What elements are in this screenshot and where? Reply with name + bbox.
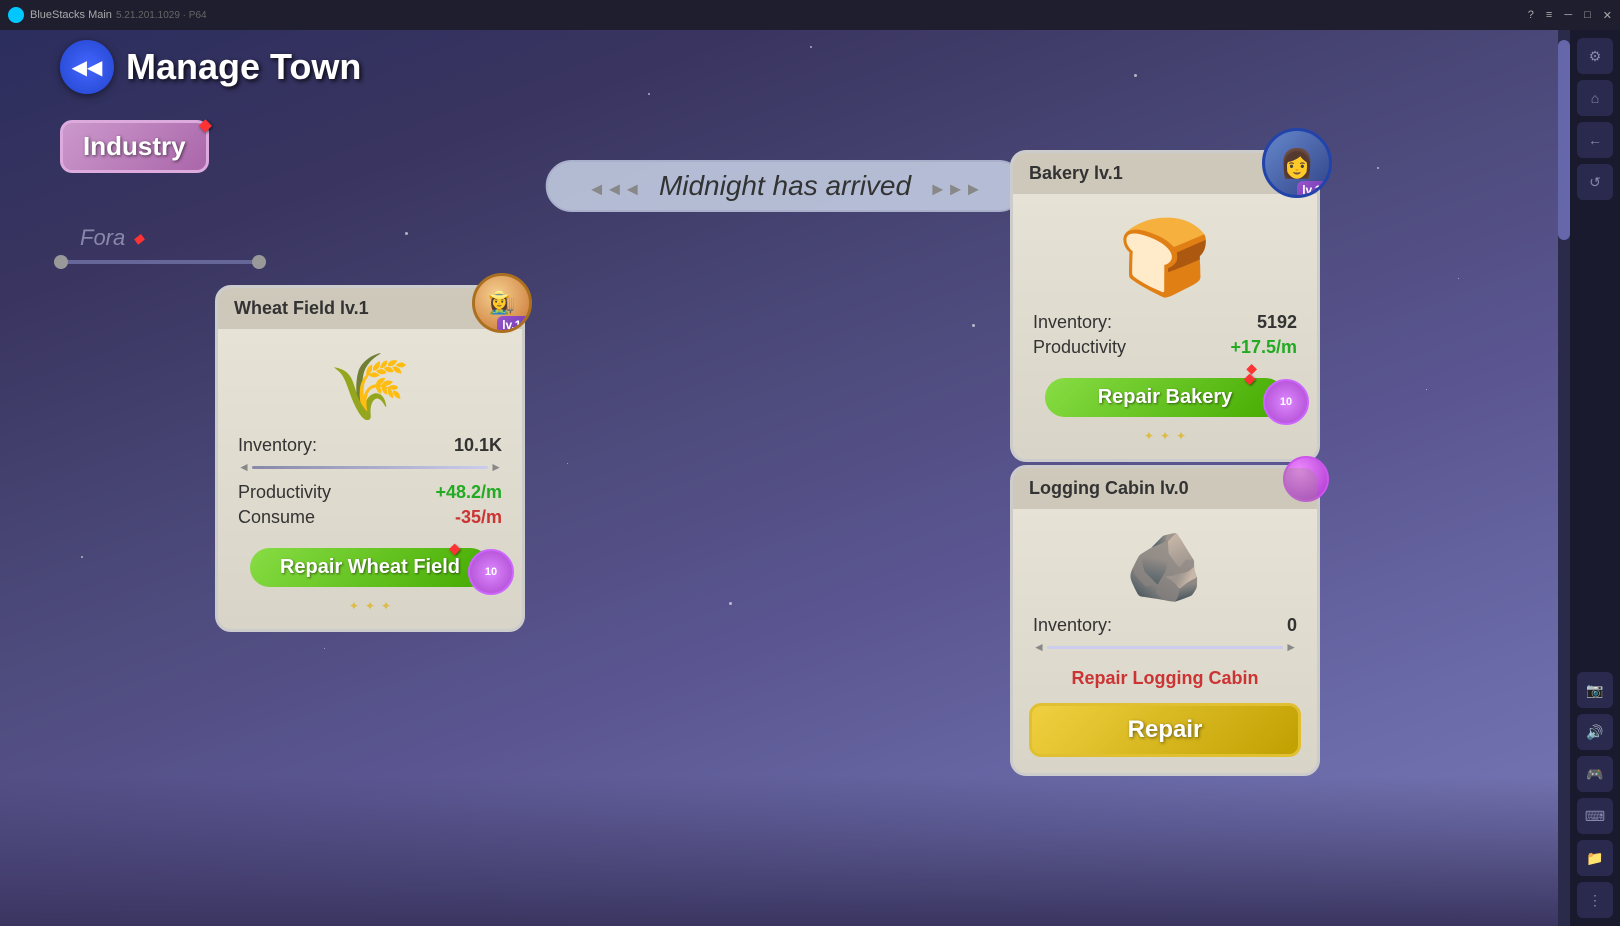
bakery-avatar-image: 👩: [1280, 147, 1315, 180]
stone-icon: 🪨: [1125, 529, 1206, 605]
wheat-field-avatar: 👩‍🌾 lv.16: [472, 273, 532, 333]
logging-inventory-label: Inventory:: [1033, 615, 1112, 636]
sidebar-volume-icon[interactable]: 🔊: [1577, 714, 1613, 750]
logging-inventory-bar: ◄ ►: [1033, 640, 1297, 654]
bakery-deco-2: ✦: [1160, 429, 1170, 443]
sidebar-camera-icon[interactable]: 📷: [1577, 672, 1613, 708]
logging-inventory-value: 0: [1287, 615, 1297, 636]
sidebar-more-icon[interactable]: ⋮: [1577, 882, 1613, 918]
repair-bakery-button[interactable]: Repair Bakery: [1045, 378, 1285, 417]
right-sidebar: ⚙ ⌂ ← ↺ 📷 🔊 🎮 ⌨ 📁 ⋮: [1570, 30, 1620, 926]
deco-star-1: ✦: [349, 599, 359, 613]
repair-wheat-button[interactable]: Repair Wheat Field: [250, 548, 490, 587]
bakery-cost-value: 10: [1280, 396, 1292, 408]
titlebar: BlueStacks Main 5.21.201.1029 · P64 ? ≡ …: [0, 0, 1620, 30]
app-name: BlueStacks Main: [30, 9, 112, 21]
fora-slider[interactable]: [60, 260, 260, 264]
sidebar-keyboard-icon[interactable]: ⌨: [1577, 798, 1613, 834]
wheat-repair-cost: 10: [468, 549, 514, 595]
sidebar-gamepad-icon[interactable]: 🎮: [1577, 756, 1613, 792]
bakery-repair-gem-icon: ◆: [1246, 360, 1257, 377]
bakery-deco-3: ✦: [1176, 429, 1186, 443]
bread-icon: 🍞: [1118, 214, 1211, 302]
page-header: ◀◀ Manage Town: [60, 40, 361, 94]
main-content: ◀◀ Manage Town Industry Midnight has arr…: [0, 30, 1570, 926]
bakery-icon-area: 🍞: [1013, 194, 1317, 312]
logging-cabin-stats: Inventory: 0 ◄ ►: [1013, 615, 1317, 654]
logging-cabin-card: Logging Cabin lv.0 🪨 Inventory: 0 ◄ ► Re…: [1010, 465, 1320, 776]
bakery-productivity-value: +17.5/m: [1230, 337, 1297, 358]
page-title: Manage Town: [126, 46, 361, 88]
industry-tab-label: Industry: [83, 131, 186, 161]
sidebar-settings-icon[interactable]: ⚙: [1577, 38, 1613, 74]
cost-value: 10: [485, 566, 497, 578]
wheat-card-deco: ✦ ✦ ✦: [218, 599, 522, 613]
productivity-value: +48.2/m: [435, 482, 502, 503]
app-version: 5.21.201.1029 · P64: [116, 10, 1528, 21]
consume-value: -35/m: [455, 507, 502, 528]
bakery-inventory-value: 5192: [1257, 312, 1297, 333]
midnight-text: Midnight has arrived: [659, 170, 911, 201]
inventory-label: Inventory:: [238, 435, 317, 456]
wheat-icon: 🌾: [330, 349, 411, 425]
sidebar-home-icon[interactable]: ⌂: [1577, 80, 1613, 116]
inventory-bar: ◄ ►: [238, 460, 502, 474]
wheat-field-card: Wheat Field lv.1 👩‍🌾 lv.16 🌾 Inventory: …: [215, 285, 525, 632]
repair-logging-button[interactable]: Repair: [1029, 703, 1301, 757]
inventory-value: 10.1K: [454, 435, 502, 456]
scrollbar-thumb[interactable]: [1558, 40, 1570, 240]
sidebar-back-icon[interactable]: ←: [1577, 122, 1613, 158]
logging-cabin-header: Logging Cabin lv.0: [1013, 468, 1317, 509]
wheat-field-stats: Inventory: 10.1K ◄ ► Productivity +48.2/…: [218, 435, 522, 528]
productivity-label: Productivity: [238, 482, 331, 503]
wheat-field-title: Wheat Field lv.1: [234, 298, 369, 318]
consume-label: Consume: [238, 507, 315, 528]
back-button[interactable]: ◀◀: [60, 40, 114, 94]
industry-tab[interactable]: Industry: [60, 120, 209, 173]
wheat-icon-area: 🌾: [218, 329, 522, 435]
scrollbar[interactable]: [1558, 30, 1570, 926]
minimize-button[interactable]: ─: [1564, 9, 1572, 22]
bakery-card: Bakery lv.1 👩 lv.16 🍞 Inventory: 5192 Pr…: [1010, 150, 1320, 462]
consume-row: Consume -35/m: [238, 507, 502, 528]
fora-text: Fora: [80, 225, 125, 251]
bakery-inventory-row: Inventory: 5192: [1033, 312, 1297, 333]
repair-wheat-container: Repair Wheat Field 10: [234, 538, 506, 587]
wheat-field-header: Wheat Field lv.1 👩‍🌾 lv.16: [218, 288, 522, 329]
bakery-productivity-label: Productivity: [1033, 337, 1126, 358]
bakery-stats: Inventory: 5192 Productivity +17.5/m: [1013, 312, 1317, 358]
logging-cabin-icon-area: 🪨: [1013, 509, 1317, 615]
sidebar-folder-icon[interactable]: 📁: [1577, 840, 1613, 876]
maximize-button[interactable]: □: [1584, 9, 1591, 22]
bakery-card-deco: ✦ ✦ ✦: [1013, 429, 1317, 443]
bakery-productivity-row: Productivity +17.5/m: [1033, 337, 1297, 358]
deco-star-3: ✦: [381, 599, 391, 613]
productivity-row: Productivity +48.2/m: [238, 482, 502, 503]
bakery-avatar: 👩 lv.16: [1262, 128, 1332, 198]
repair-bakery-container: Repair Bakery 10 ◆: [1029, 368, 1301, 417]
sidebar-rotate-icon[interactable]: ↺: [1577, 164, 1613, 200]
midnight-banner: Midnight has arrived: [546, 160, 1025, 212]
logging-inventory-row: Inventory: 0: [1033, 615, 1297, 636]
window-controls[interactable]: ? ≡ ─ □ ✕: [1528, 9, 1612, 22]
bakery-header: Bakery lv.1 👩 lv.16: [1013, 153, 1317, 194]
bakery-title: Bakery lv.1: [1029, 163, 1123, 183]
bakery-repair-cost: 10: [1263, 379, 1309, 425]
help-icon[interactable]: ?: [1528, 9, 1534, 22]
bakery-inventory-label: Inventory:: [1033, 312, 1112, 333]
logging-cabin-title: Logging Cabin lv.0: [1029, 478, 1189, 498]
fora-label: Fora: [80, 225, 144, 251]
inventory-row: Inventory: 10.1K: [238, 435, 502, 456]
back-arrow-icon: ◀◀: [72, 55, 103, 80]
menu-icon[interactable]: ≡: [1546, 9, 1552, 22]
app-logo: [8, 7, 24, 23]
repair-logging-label: Repair Logging Cabin: [1013, 662, 1317, 695]
close-button[interactable]: ✕: [1603, 9, 1612, 22]
deco-star-2: ✦: [365, 599, 375, 613]
bakery-deco-1: ✦: [1144, 429, 1154, 443]
